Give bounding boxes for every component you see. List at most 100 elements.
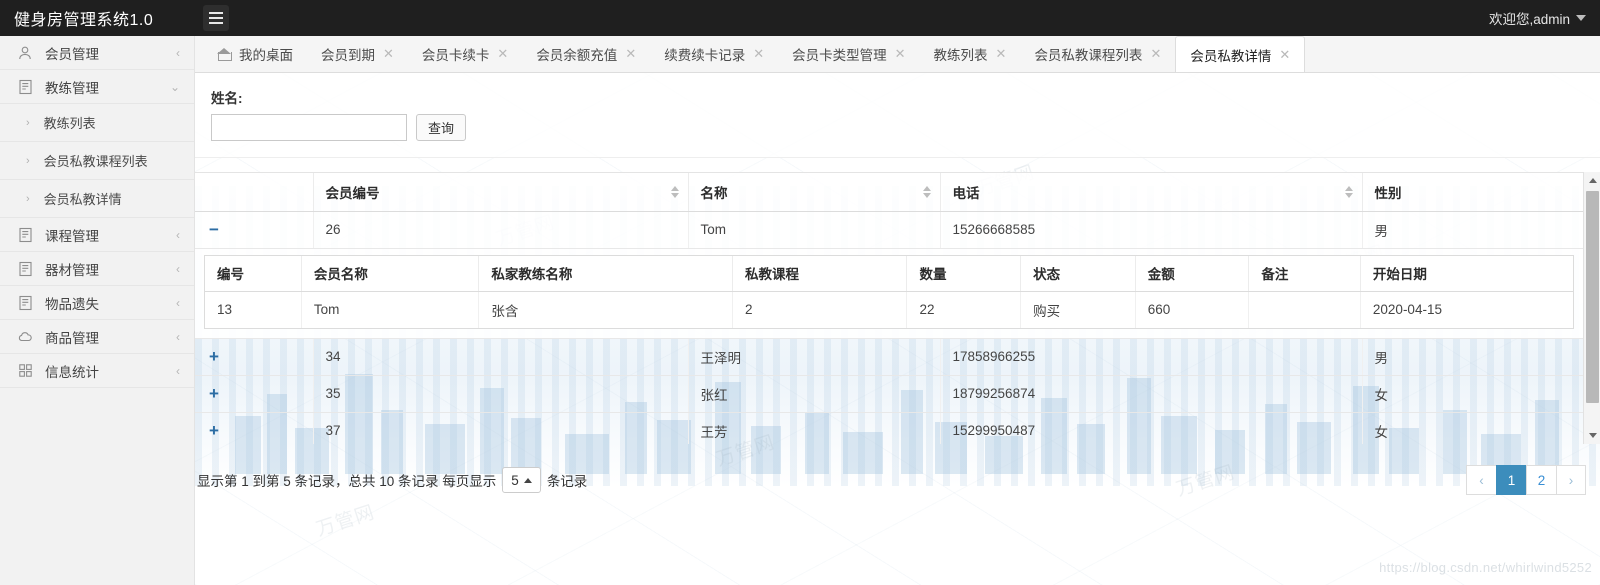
tab-label: 会员私教课程列表 (1034, 47, 1143, 63)
cell-gender: 男 (1362, 211, 1583, 249)
chevron-right-icon: › (26, 154, 30, 167)
scrollbar-thumb[interactable] (1586, 191, 1599, 403)
detail-row: 13 Tom 张含 2 22 购买 660 2020-04-15 (205, 291, 1573, 328)
page-size-select[interactable]: 5 (502, 467, 541, 493)
table-row[interactable]: + 37 王芳 15299950487 女 (195, 412, 1583, 444)
watermark-text: 万管网 (313, 502, 378, 541)
sidebar-item-label: 物品遗失 (45, 296, 99, 312)
pagination-page-1[interactable]: 1 (1496, 465, 1526, 495)
close-icon[interactable]: ✕ (1150, 47, 1161, 60)
chevron-right-icon: › (26, 192, 30, 205)
detail-body: 13 Tom 张含 2 22 购买 660 2020-04-15 (205, 291, 1573, 328)
close-icon[interactable]: ✕ (625, 47, 636, 60)
expand-row-icon[interactable]: + (209, 384, 219, 403)
sidebar-item-member-management[interactable]: 会员管理 ‹ (0, 36, 194, 70)
row-toggle-cell[interactable]: + (195, 375, 314, 413)
record-info-suffix: 条记录 (546, 474, 588, 489)
sidebar-item-product-management[interactable]: 商品管理 ‹ (0, 320, 194, 354)
table-head: 会员编号 名称 电话 性别 (195, 173, 1583, 212)
table-row[interactable]: + 34 王泽明 17858966255 男 (195, 338, 1583, 376)
sidebar: 会员管理 ‹ 教练管理 ⌄ › 教练列表 › 会员私教课程列表 › 会员私教详情 (0, 36, 195, 585)
sidebar-subitem-pt-detail[interactable]: › 会员私教详情 (0, 180, 194, 218)
cell-phone: 15299950487 (940, 412, 1363, 444)
close-icon[interactable]: ✕ (996, 47, 1007, 60)
sidebar-subitem-pt-course-list[interactable]: › 会员私教课程列表 (0, 142, 194, 180)
cell-member-id: 35 (313, 375, 689, 413)
row-toggle-cell[interactable]: − (195, 211, 314, 249)
record-info-prefix: 显示第 1 到第 5 条记录，总共 10 条记录 每页显示 (197, 474, 497, 489)
document-icon (16, 226, 34, 244)
table-header-phone[interactable]: 电话 (940, 173, 1363, 212)
sidebar-item-lost-items[interactable]: 物品遗失 ‹ (0, 286, 194, 320)
tab-coach-list[interactable]: 教练列表 ✕ (920, 36, 1021, 72)
pt-detail-table: 编号 会员名称 私家教练名称 私教课程 数量 状态 金额 备注 开始日期 13 … (205, 255, 1573, 328)
table-header-member-id[interactable]: 会员编号 (313, 173, 689, 212)
detail-cell-start-date: 2020-04-15 (1360, 291, 1573, 328)
app-root: 健身房管理系统1.0 欢迎您,admin 会员管理 ‹ 教练管理 ⌄ › 教练列… (0, 0, 1600, 585)
sort-icon[interactable] (922, 185, 931, 198)
menu-toggle-button[interactable] (203, 5, 229, 31)
collapse-row-icon[interactable]: − (209, 220, 219, 239)
cell-phone: 15266668585 (940, 211, 1363, 249)
sort-icon[interactable] (1344, 185, 1353, 198)
close-icon[interactable]: ✕ (497, 47, 508, 60)
sort-asc-icon (1344, 185, 1353, 191)
member-pt-table: 会员编号 名称 电话 性别 − 26 Tom 15266668585 男 编号 … (195, 173, 1583, 444)
sidebar-subitem-label: 会员私教详情 (43, 192, 122, 207)
cell-phone: 17858966255 (940, 338, 1363, 376)
row-toggle-cell[interactable]: + (195, 412, 314, 444)
tab-card-renewal[interactable]: 会员卡续卡 ✕ (408, 36, 522, 72)
tab-pt-detail[interactable]: 会员私教详情 ✕ (1175, 36, 1306, 72)
detail-header-remark: 备注 (1248, 255, 1361, 292)
sidebar-item-equipment-management[interactable]: 器材管理 ‹ (0, 252, 194, 286)
detail-header-row: 编号 会员名称 私家教练名称 私教课程 数量 状态 金额 备注 开始日期 (205, 255, 1573, 292)
sidebar-item-coach-management[interactable]: 教练管理 ⌄ (0, 70, 194, 104)
table-vertical-scrollbar[interactable] (1583, 172, 1600, 444)
sidebar-item-statistics[interactable]: 信息统计 ‹ (0, 354, 194, 388)
close-icon[interactable]: ✕ (895, 47, 906, 60)
tab-member-expiry[interactable]: 会员到期 ✕ (307, 36, 408, 72)
pagination-prev[interactable]: ‹ (1466, 465, 1496, 495)
pagination-page-2[interactable]: 2 (1526, 465, 1556, 495)
cell-member-id: 26 (313, 211, 689, 249)
tab-bar: 我的桌面 会员到期 ✕ 会员卡续卡 ✕ 会员余额充值 ✕ 续费续卡记录 ✕ 会员… (195, 36, 1600, 73)
page-size-value: 5 (511, 472, 519, 488)
close-icon[interactable]: ✕ (383, 47, 394, 60)
cell-member-id: 34 (313, 338, 689, 376)
user-menu[interactable]: 欢迎您,admin (1489, 8, 1600, 28)
detail-header-start-date: 开始日期 (1360, 255, 1573, 292)
tab-balance-topup[interactable]: 会员余额充值 ✕ (522, 36, 650, 72)
chevron-left-icon: ‹ (176, 45, 180, 60)
detail-cell-remark (1248, 291, 1361, 328)
table-row[interactable]: + 35 张红 18799256874 女 (195, 375, 1583, 413)
table-header-name[interactable]: 名称 (688, 173, 941, 212)
chevron-left-icon: ‹ (176, 227, 180, 242)
sort-icon[interactable] (670, 185, 679, 198)
sort-asc-icon (670, 185, 679, 191)
search-button[interactable]: 查询 (416, 114, 467, 141)
close-icon[interactable]: ✕ (753, 47, 764, 60)
sidebar-subitem-coach-list[interactable]: › 教练列表 (0, 104, 194, 142)
app-title: 健身房管理系统1.0 (14, 12, 154, 29)
tab-card-type-management[interactable]: 会员卡类型管理 ✕ (778, 36, 919, 72)
sidebar-item-label: 课程管理 (45, 228, 99, 244)
table-footer: 显示第 1 到第 5 条记录，总共 10 条记录 每页显示 5 条记录 ‹ 1 … (195, 457, 1600, 503)
sidebar-item-course-management[interactable]: 课程管理 ‹ (0, 218, 194, 252)
watermark-url: https://blog.csdn.net/whirlwind5252 (1379, 560, 1592, 575)
table-row[interactable]: − 26 Tom 15266668585 男 (195, 211, 1583, 249)
pagination-next[interactable]: › (1556, 465, 1586, 495)
detail-cell-coach-name: 张含 (478, 291, 733, 328)
tab-my-desktop[interactable]: 我的桌面 (203, 36, 307, 72)
search-input[interactable] (211, 114, 407, 141)
tab-pt-course-list[interactable]: 会员私教课程列表 ✕ (1020, 36, 1175, 72)
expand-row-icon[interactable]: + (209, 421, 219, 440)
cell-name: 王泽明 (688, 338, 941, 376)
chevron-left-icon: ‹ (176, 363, 180, 378)
expand-row-icon[interactable]: + (209, 347, 219, 366)
document-icon (16, 78, 34, 96)
row-toggle-cell[interactable]: + (195, 338, 314, 376)
scroll-up-button[interactable] (1584, 172, 1600, 189)
close-icon[interactable]: ✕ (1279, 48, 1290, 61)
scroll-down-button[interactable] (1584, 427, 1600, 444)
tab-renewal-records[interactable]: 续费续卡记录 ✕ (650, 36, 778, 72)
